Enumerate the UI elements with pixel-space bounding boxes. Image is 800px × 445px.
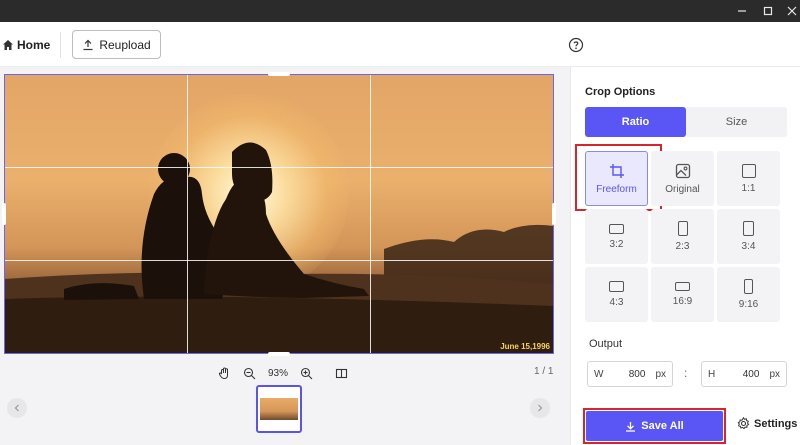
grid-line xyxy=(4,167,554,168)
image-thumbnail[interactable] xyxy=(256,385,302,433)
gear-icon xyxy=(737,417,750,430)
compare-button[interactable] xyxy=(335,367,348,380)
help-button[interactable] xyxy=(568,37,584,53)
title-bar xyxy=(0,0,800,22)
zoom-in-button[interactable] xyxy=(300,367,313,380)
panel-title: Crop Options xyxy=(585,86,656,98)
close-button[interactable] xyxy=(780,0,800,22)
minimize-icon xyxy=(738,10,746,12)
ratio-label: Freeform xyxy=(596,183,637,195)
crop-options-panel: Crop Options Ratio Size Freeform Origina… xyxy=(570,67,800,445)
ratio-label: 2:3 xyxy=(675,241,690,252)
ratio-label: 16:9 xyxy=(672,296,693,307)
minimize-button[interactable] xyxy=(730,0,754,22)
maximize-button[interactable] xyxy=(756,0,780,22)
width-unit: px xyxy=(655,368,666,380)
ratio-2-3[interactable]: 2:3 xyxy=(651,209,714,264)
previous-image-button[interactable] xyxy=(7,398,27,418)
home-icon xyxy=(3,40,13,50)
view-toolbar: 93% xyxy=(218,365,348,381)
ratio-1-1[interactable]: 1:1 xyxy=(717,151,780,206)
wide-shape-icon xyxy=(675,282,690,291)
ratio-4-3[interactable]: 4:3 xyxy=(585,267,648,322)
ratio-3-2[interactable]: 3:2 xyxy=(585,209,648,264)
next-image-button[interactable] xyxy=(530,398,550,418)
couple-silhouette xyxy=(4,142,554,354)
portrait-shape-icon xyxy=(677,221,688,236)
top-toolbar: Home Reupload xyxy=(0,22,800,67)
canvas-area: June 15,1996 93% 1 / 1 xyxy=(0,67,570,445)
close-icon xyxy=(787,6,797,16)
ratio-16-9[interactable]: 16:9 xyxy=(651,267,714,322)
zoom-out-button[interactable] xyxy=(243,367,256,380)
mode-tabs: Ratio Size xyxy=(585,107,787,137)
tall-shape-icon xyxy=(744,279,753,294)
settings-label: Settings xyxy=(754,417,798,430)
chevron-left-icon xyxy=(14,404,19,412)
ratio-original[interactable]: Original xyxy=(651,151,714,206)
compare-icon xyxy=(335,368,348,378)
toolbar-divider xyxy=(60,32,61,58)
crop-handle-right[interactable] xyxy=(552,203,556,225)
dimension-separator: : xyxy=(684,366,688,380)
ratio-9-16[interactable]: 9:16 xyxy=(717,267,780,322)
grid-line xyxy=(370,74,371,354)
reupload-button[interactable]: Reupload xyxy=(72,30,161,59)
ratio-label: 3:2 xyxy=(609,238,624,250)
reupload-label: Reupload xyxy=(99,37,151,52)
output-label: Output xyxy=(589,338,623,350)
date-stamp: June 15,1996 xyxy=(500,342,550,351)
tab-ratio[interactable]: Ratio xyxy=(585,107,686,137)
crop-handle-left[interactable] xyxy=(2,203,6,225)
ratio-freeform[interactable]: Freeform xyxy=(575,144,662,211)
save-all-button[interactable]: Save All xyxy=(586,411,723,441)
height-field[interactable]: H 400 px xyxy=(701,361,787,387)
home-label: Home xyxy=(17,38,51,52)
hand-icon xyxy=(218,366,228,379)
help-icon xyxy=(568,37,584,53)
tab-size[interactable]: Size xyxy=(686,107,787,137)
ratio-grid: Freeform Original 1:1 3:2 2:3 3:4 4:3 16… xyxy=(575,144,785,322)
maximize-icon xyxy=(763,6,773,16)
zoom-in-icon xyxy=(300,367,313,379)
grid-line xyxy=(187,74,188,354)
save-all-label: Save All xyxy=(641,420,684,432)
pan-tool-button[interactable] xyxy=(218,366,231,380)
zoom-out-icon xyxy=(243,367,256,379)
landscape-shape-icon xyxy=(609,223,624,234)
height-prefix: H xyxy=(708,368,716,380)
upload-icon xyxy=(83,39,93,50)
height-value[interactable]: 400 xyxy=(715,369,769,380)
crop-image[interactable]: June 15,1996 xyxy=(4,74,554,354)
page-count: 1 / 1 xyxy=(534,366,554,377)
home-button[interactable]: Home xyxy=(2,34,50,56)
ratio-3-4[interactable]: 3:4 xyxy=(717,209,780,264)
ratio-label: Original xyxy=(665,183,700,195)
width-prefix: W xyxy=(594,368,604,380)
crop-icon xyxy=(609,163,624,178)
image-icon xyxy=(675,163,690,178)
landscape-shape-icon xyxy=(609,281,624,292)
width-field[interactable]: W 800 px xyxy=(587,361,673,387)
height-unit: px xyxy=(769,368,780,380)
download-icon xyxy=(626,421,636,432)
ratio-label: 9:16 xyxy=(738,299,759,310)
zoom-level: 93% xyxy=(268,367,289,379)
square-shape-icon xyxy=(741,163,756,178)
portrait-shape-icon xyxy=(743,221,754,236)
settings-button[interactable]: Settings xyxy=(737,417,797,430)
ratio-label: 3:4 xyxy=(741,241,756,252)
width-value[interactable]: 800 xyxy=(603,369,655,380)
thumbnail-preview xyxy=(260,398,298,420)
crop-handle-bottom[interactable] xyxy=(268,352,290,356)
ratio-label: 1:1 xyxy=(741,182,756,194)
crop-handle-top[interactable] xyxy=(268,72,290,76)
ratio-label: 4:3 xyxy=(609,297,624,308)
chevron-right-icon xyxy=(538,404,543,412)
grid-line xyxy=(4,260,554,261)
